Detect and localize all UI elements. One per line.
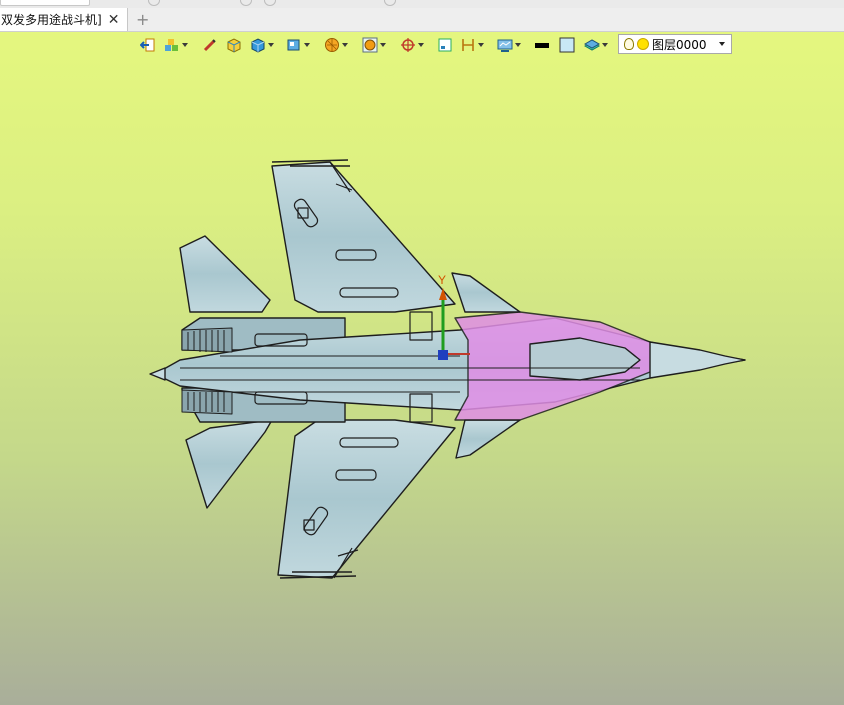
layer-select[interactable]: 图层0000 [618, 34, 732, 54]
chevron-down-icon[interactable] [182, 43, 188, 47]
chevron-down-icon[interactable] [268, 43, 274, 47]
exit-button[interactable] [139, 36, 156, 54]
fighter-jet-3d-model: Y [149, 159, 746, 579]
cube-blue-icon [250, 37, 266, 53]
pick-filter-button[interactable] [400, 36, 424, 54]
display-settings-button[interactable] [497, 36, 521, 54]
chevron-down-icon[interactable] [719, 42, 725, 46]
sun-icon[interactable] [637, 38, 649, 50]
blocks-button[interactable] [164, 36, 188, 54]
sphere-orange-icon [324, 37, 340, 53]
upper-stabilizer [179, 235, 271, 313]
3d-viewport[interactable]: Y [0, 58, 844, 705]
chevron-down-icon[interactable] [418, 43, 424, 47]
upper-wing [271, 161, 456, 313]
shaded-view-button[interactable] [250, 36, 274, 54]
layer-stack-icon [583, 37, 601, 53]
layer-select-value: 图层0000 [652, 37, 707, 52]
close-icon[interactable]: ✕ [108, 13, 120, 27]
color-swatch-icon [559, 37, 575, 53]
document-tab[interactable]: 双发多用途战斗机] ✕ [0, 8, 128, 31]
crosshair-icon [400, 37, 416, 53]
lower-stabilizer [185, 419, 273, 509]
sketch-button[interactable] [202, 36, 218, 54]
pencil-icon [202, 37, 218, 53]
upper-canard [451, 272, 521, 313]
solid-button[interactable] [226, 36, 242, 54]
lower-canard [455, 419, 521, 459]
render-button[interactable] [324, 36, 348, 54]
blocks-stack-icon [164, 37, 180, 53]
document-tab-title: 双发多用途战斗机] [1, 13, 102, 27]
chevron-down-icon[interactable] [602, 43, 608, 47]
chevron-down-icon[interactable] [380, 43, 386, 47]
line-color-button[interactable] [534, 36, 550, 54]
chevron-down-icon[interactable] [515, 43, 521, 47]
menu-strip-field [0, 0, 90, 6]
menu-strip-icon [240, 0, 252, 6]
view-box-icon [286, 37, 302, 53]
chevron-down-icon[interactable] [304, 43, 310, 47]
document-tab-bar: 双发多用途战斗机] ✕ + [0, 8, 844, 32]
menu-strip-icon [384, 0, 396, 6]
frame-button[interactable] [437, 36, 453, 54]
layer-manager-button[interactable] [583, 36, 608, 54]
view-orient-button[interactable] [286, 36, 310, 54]
cube-yellow-icon [226, 37, 242, 53]
sphere-frame-icon [362, 37, 378, 53]
chevron-down-icon[interactable] [342, 43, 348, 47]
exit-arrow-icon [139, 37, 156, 53]
display-settings-icon [497, 37, 513, 53]
lightbulb-icon[interactable] [624, 38, 634, 50]
menu-strip-icon [148, 0, 160, 6]
dimension-icon [460, 37, 476, 53]
nose-cone [649, 341, 746, 379]
menu-strip-icon [264, 0, 276, 6]
frame-icon [437, 37, 453, 53]
new-tab-button[interactable]: + [136, 10, 149, 29]
face-color-button[interactable] [559, 36, 575, 54]
dimension-button[interactable] [460, 36, 484, 54]
lower-wing [277, 419, 456, 579]
axis-y-label: Y [438, 273, 446, 287]
chevron-down-icon[interactable] [478, 43, 484, 47]
wireframe-button[interactable] [362, 36, 386, 54]
black-line-swatch-icon [534, 37, 550, 53]
